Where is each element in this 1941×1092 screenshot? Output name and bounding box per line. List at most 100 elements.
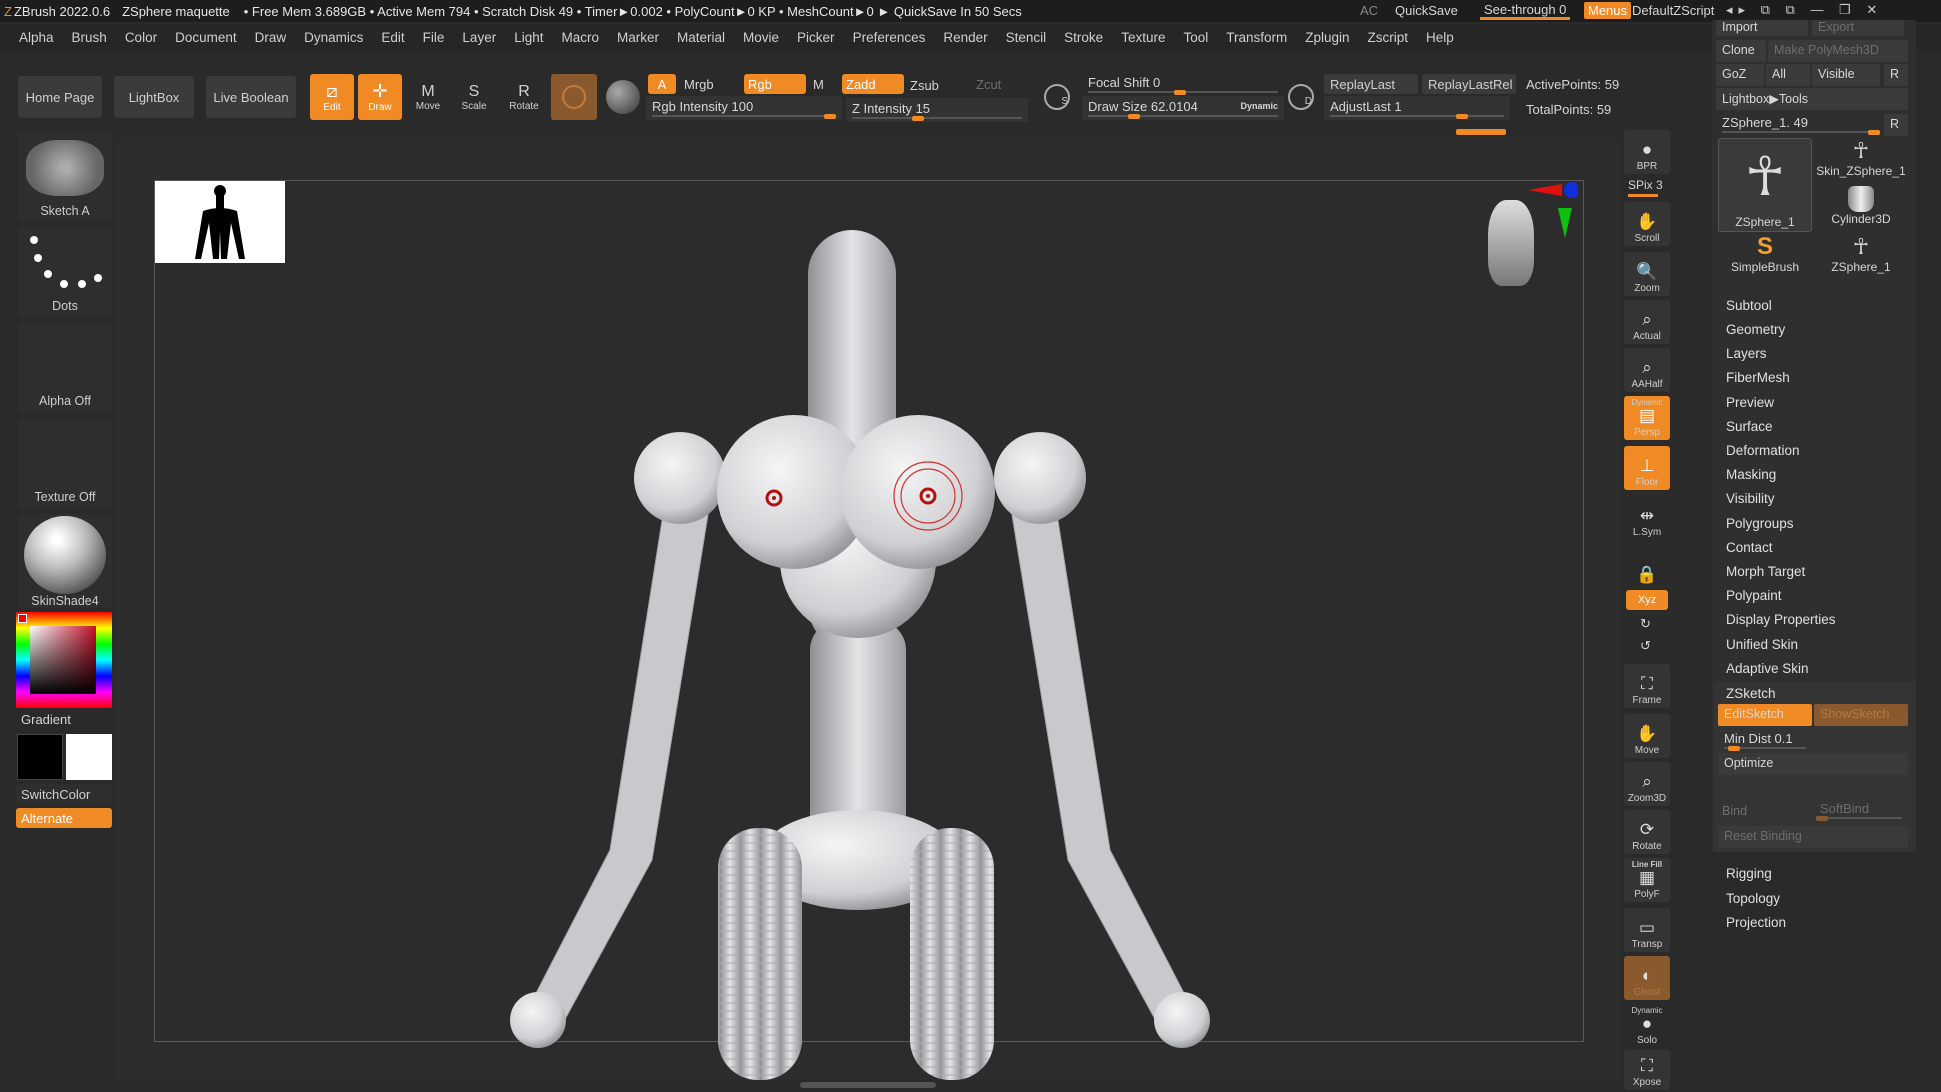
- zoom3d-button[interactable]: ⌕ Zoom3D: [1624, 762, 1670, 806]
- draw-button[interactable]: ✛ Draw: [358, 74, 402, 120]
- menu-zplugin[interactable]: Zplugin: [1296, 30, 1358, 45]
- menu-transform[interactable]: Transform: [1217, 30, 1296, 45]
- left-arm-chain[interactable]: [517, 469, 713, 1033]
- menu-picker[interactable]: Picker: [788, 30, 844, 45]
- surface-menu[interactable]: Surface: [1726, 419, 1773, 434]
- layers-menu[interactable]: Layers: [1726, 346, 1767, 361]
- menu-movie[interactable]: Movie: [734, 30, 788, 45]
- menu-tool[interactable]: Tool: [1174, 30, 1217, 45]
- editsketch-button[interactable]: EditSketch: [1718, 704, 1812, 726]
- frame-button[interactable]: ⛶ Frame: [1624, 664, 1670, 708]
- zsketch-menu[interactable]: ZSketch: [1726, 686, 1776, 701]
- fibermesh-menu[interactable]: FiberMesh: [1726, 370, 1790, 385]
- make-polymesh-button[interactable]: Make PolyMesh3D: [1768, 40, 1908, 62]
- move-button[interactable]: M Move: [406, 74, 450, 120]
- contact-menu[interactable]: Contact: [1726, 540, 1773, 555]
- lock-button[interactable]: 🔒: [1624, 544, 1670, 588]
- clone-button[interactable]: Clone: [1716, 40, 1766, 62]
- menu-file[interactable]: File: [414, 30, 454, 45]
- geometry-menu[interactable]: Geometry: [1726, 322, 1785, 337]
- reset-binding-button[interactable]: Reset Binding: [1718, 826, 1908, 848]
- menu-draw[interactable]: Draw: [246, 30, 296, 45]
- visibility-menu[interactable]: Visibility: [1726, 491, 1775, 506]
- menu-macro[interactable]: Macro: [552, 30, 608, 45]
- scale-button[interactable]: S Scale: [452, 74, 496, 120]
- m-button[interactable]: M: [813, 77, 824, 92]
- import-button[interactable]: Import: [1716, 20, 1808, 36]
- actual-button[interactable]: ⌕ Actual: [1624, 300, 1670, 344]
- seethrough-slider[interactable]: See-through 0: [1480, 2, 1571, 20]
- left-leg-chain[interactable]: [718, 828, 802, 1080]
- menu-stencil[interactable]: Stencil: [997, 30, 1056, 45]
- menu-zscript[interactable]: Zscript: [1359, 30, 1418, 45]
- secondary-color-swatch[interactable]: [66, 734, 112, 780]
- display-properties-menu[interactable]: Display Properties: [1726, 612, 1836, 627]
- deformation-menu[interactable]: Deformation: [1726, 443, 1800, 458]
- menu-layer[interactable]: Layer: [453, 30, 505, 45]
- ac-label[interactable]: AC: [1360, 3, 1378, 18]
- tool-skin-zsphere[interactable]: ☥ Skin_ZSphere_1: [1814, 138, 1908, 184]
- draw-size-slider[interactable]: Draw Size 62.0104 Dynamic: [1082, 96, 1284, 120]
- visible-button[interactable]: Visible: [1812, 64, 1880, 86]
- axis-gizmo-icon[interactable]: [1528, 180, 1578, 240]
- morph-target-menu[interactable]: Morph Target: [1726, 564, 1805, 579]
- export-button[interactable]: Export: [1812, 20, 1904, 36]
- zadd-button[interactable]: Zadd: [842, 74, 904, 94]
- home-page-button[interactable]: Home Page: [18, 76, 102, 118]
- edit-button[interactable]: ⧄ Edit: [310, 74, 354, 120]
- preview-menu[interactable]: Preview: [1726, 395, 1774, 410]
- live-boolean-button[interactable]: Live Boolean: [206, 76, 296, 118]
- menu-alpha[interactable]: Alpha: [10, 30, 63, 45]
- zcut-button[interactable]: Zcut: [976, 77, 1001, 92]
- dynamic-label[interactable]: Dynamic: [1240, 101, 1278, 111]
- optimize-button[interactable]: Optimize: [1718, 753, 1908, 775]
- r-button[interactable]: R: [1884, 64, 1908, 86]
- gradient-label[interactable]: Gradient: [21, 712, 71, 727]
- floor-button[interactable]: ⊥ Floor: [1624, 446, 1670, 490]
- menu-document[interactable]: Document: [166, 30, 246, 45]
- sphere-preview-icon[interactable]: [606, 80, 640, 114]
- rotate-axis-icon[interactable]: ↻: [1640, 616, 1651, 632]
- alpha-selector[interactable]: Alpha Off: [18, 322, 112, 414]
- menu-dynamics[interactable]: Dynamics: [295, 30, 372, 45]
- aahalf-button[interactable]: ⌕ AAHalf: [1624, 348, 1670, 392]
- mindist-slider[interactable]: Min Dist 0.1: [1718, 728, 1812, 752]
- showsketch-button[interactable]: ShowSketch: [1814, 704, 1908, 726]
- quicksave-button[interactable]: QuickSave: [1395, 3, 1458, 18]
- rotate-view-button[interactable]: ⟳ Rotate: [1624, 810, 1670, 854]
- bpr-button[interactable]: ● BPR: [1624, 130, 1670, 174]
- stroke-selector[interactable]: Dots: [18, 226, 112, 318]
- rotate-button[interactable]: R Rotate: [502, 74, 546, 120]
- transp-button[interactable]: ▭ Transp: [1624, 908, 1670, 952]
- color-picker[interactable]: [16, 612, 112, 708]
- zsub-button[interactable]: Zsub: [910, 78, 939, 93]
- replaylastrel-button[interactable]: ReplayLastRel: [1422, 74, 1516, 94]
- replaylast-button[interactable]: ReplayLast: [1324, 74, 1418, 94]
- xyz-button[interactable]: Xyz: [1626, 590, 1668, 610]
- brush-selector[interactable]: Sketch A: [18, 132, 112, 222]
- d-icon[interactable]: D: [1288, 84, 1314, 110]
- menu-help[interactable]: Help: [1417, 30, 1463, 45]
- masking-menu[interactable]: Masking: [1726, 467, 1776, 482]
- menu-brush[interactable]: Brush: [63, 30, 116, 45]
- bind-button[interactable]: Bind: [1722, 804, 1747, 818]
- menu-material[interactable]: Material: [668, 30, 734, 45]
- window-controls[interactable]: ◂▸ ⧉ ⧉ — ❐ ✕: [1726, 2, 1883, 18]
- menu-light[interactable]: Light: [505, 30, 552, 45]
- r-button-2[interactable]: R: [1884, 114, 1908, 136]
- move-view-button[interactable]: ✋ Move: [1624, 714, 1670, 758]
- focal-shift-slider[interactable]: Focal Shift 0: [1082, 72, 1284, 96]
- menu-render[interactable]: Render: [934, 30, 996, 45]
- timeline-handle-icon[interactable]: [800, 1082, 936, 1088]
- polyf-button[interactable]: Line Fill ▦ PolyF: [1624, 858, 1670, 902]
- solo-button[interactable]: Dynamic ● Solo: [1624, 1004, 1670, 1048]
- zsphere-model[interactable]: [480, 220, 1240, 1080]
- alternate-button[interactable]: Alternate: [16, 808, 112, 828]
- scroll-button[interactable]: ✋ Scroll: [1624, 202, 1670, 246]
- right-arm-chain[interactable]: [1007, 469, 1203, 1033]
- polypaint-menu[interactable]: Polypaint: [1726, 588, 1782, 603]
- menu-edit[interactable]: Edit: [372, 30, 413, 45]
- ghost-button[interactable]: ◐ Ghost: [1624, 956, 1670, 1000]
- z-intensity-slider[interactable]: Z Intensity 15: [846, 98, 1028, 122]
- menu-texture[interactable]: Texture: [1112, 30, 1174, 45]
